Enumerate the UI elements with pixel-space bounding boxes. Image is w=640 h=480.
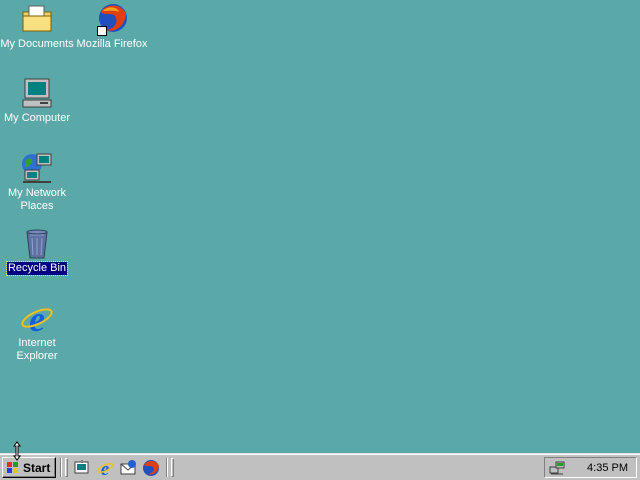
desktop-icon-label: Recycle Bin <box>5 261 69 276</box>
network-tray-icon[interactable] <box>549 460 565 476</box>
outlook-express-icon[interactable] <box>119 459 137 477</box>
taskbar-separator <box>166 458 168 477</box>
desktop[interactable]: My Documents Mozilla Firefox My Computer <box>0 0 640 453</box>
desktop-icon-label: My Documents <box>0 38 74 50</box>
network-places-icon <box>20 151 54 185</box>
start-button[interactable]: Start <box>2 457 56 478</box>
desktop-icon-label: Internet Explorer <box>16 337 58 362</box>
start-label: Start <box>23 460 51 475</box>
desktop-icon-label: My Network Places <box>7 187 67 212</box>
desktop-icon-internet-explorer[interactable]: e Internet Explorer <box>0 299 75 363</box>
taskbar: Start e 4:35 PM <box>0 453 640 480</box>
windows-logo-icon <box>7 461 18 473</box>
clock[interactable]: 4:35 PM <box>587 462 628 474</box>
desktop-icon-my-computer[interactable]: My Computer <box>0 76 75 125</box>
taskbar-grip[interactable] <box>171 458 174 477</box>
svg-text:e: e <box>101 459 110 477</box>
svg-text:e: e <box>29 301 45 335</box>
shortcut-arrow-icon <box>97 26 107 36</box>
my-computer-icon <box>20 76 54 110</box>
desktop-icon-label: Mozilla Firefox <box>76 38 148 50</box>
desktop-icon-mozilla-firefox[interactable]: Mozilla Firefox <box>74 2 150 51</box>
internet-explorer-icon: e <box>20 299 54 339</box>
desktop-icon-recycle-bin[interactable]: Recycle Bin <box>0 226 75 276</box>
recycle-bin-icon <box>20 226 54 260</box>
system-tray: 4:35 PM <box>544 457 637 478</box>
internet-explorer-icon[interactable]: e <box>96 459 114 480</box>
taskbar-separator <box>60 458 62 477</box>
quick-launch-grip[interactable] <box>65 458 68 477</box>
firefox-icon <box>95 2 129 36</box>
mouse-cursor-icon <box>13 441 21 461</box>
firefox-icon[interactable] <box>142 459 160 477</box>
my-documents-icon <box>20 2 54 36</box>
desktop-icon-my-network-places[interactable]: My Network Places <box>0 151 75 213</box>
show-desktop-icon[interactable] <box>73 459 91 477</box>
desktop-icon-my-documents[interactable]: My Documents <box>0 2 75 51</box>
desktop-icon-label: My Computer <box>3 112 71 124</box>
